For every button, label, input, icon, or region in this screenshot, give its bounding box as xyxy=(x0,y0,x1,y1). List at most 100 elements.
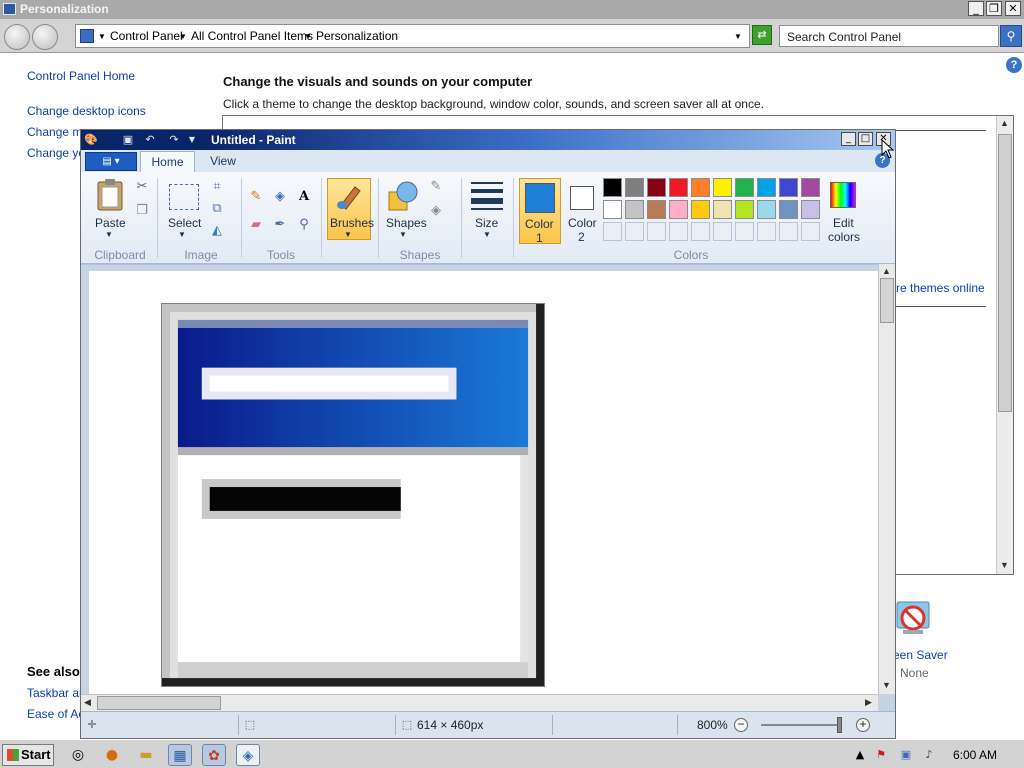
zoom-out-button[interactable]: − xyxy=(734,718,748,732)
outline-icon[interactable]: ✎ xyxy=(427,178,445,196)
palette-swatch[interactable] xyxy=(647,200,666,219)
palette-swatch[interactable] xyxy=(603,178,622,197)
save-icon[interactable]: ▣ xyxy=(121,133,135,146)
horizontal-scrollbar-thumb[interactable] xyxy=(97,696,221,710)
pencil-icon[interactable]: ✎ xyxy=(247,188,265,206)
brushes-button[interactable]: Brushes ▼ xyxy=(327,178,374,240)
vertical-scrollbar[interactable]: ▲ ▼ xyxy=(878,264,895,694)
paint-minimize-button[interactable]: _ xyxy=(841,132,856,146)
redo-icon[interactable]: ↷ xyxy=(167,133,181,146)
palette-empty-swatch[interactable] xyxy=(647,222,666,241)
scroll-right-icon[interactable]: ▶ xyxy=(865,697,872,708)
control-panel-home-link[interactable]: Control Panel Home xyxy=(27,69,135,83)
maximize-button[interactable]: ❐ xyxy=(986,1,1002,16)
palette-empty-swatch[interactable] xyxy=(691,222,710,241)
palette-swatch[interactable] xyxy=(757,178,776,197)
magnifier-icon[interactable]: ⚲ xyxy=(295,216,313,234)
eraser-icon[interactable]: ▰ xyxy=(247,216,265,234)
chevron-down-icon[interactable]: ▼ xyxy=(304,32,312,41)
palette-empty-swatch[interactable] xyxy=(779,222,798,241)
address-bar[interactable]: ▼ Control Panel ▼ All Control Panel Item… xyxy=(75,24,750,48)
color2-button[interactable]: Color 2 xyxy=(565,178,601,244)
crop-icon[interactable]: ⌗ xyxy=(208,178,226,196)
change-desktop-icons-link[interactable]: Change desktop icons xyxy=(27,104,146,118)
start-button[interactable]: Start xyxy=(2,744,54,766)
palette-swatch[interactable] xyxy=(801,200,820,219)
color-picker-icon[interactable]: ✒ xyxy=(271,216,289,234)
clipboard-icon[interactable] xyxy=(95,178,125,212)
chevron-down-icon[interactable]: ▼ xyxy=(179,32,187,41)
zoom-slider[interactable] xyxy=(761,724,841,726)
chevron-down-icon[interactable]: ▼ xyxy=(98,32,106,41)
palette-swatch[interactable] xyxy=(735,200,754,219)
edit-colors-icon[interactable] xyxy=(830,182,856,208)
firefox-icon[interactable]: ● xyxy=(100,744,124,766)
theme-list-scrollbar[interactable]: ▲ ▼ xyxy=(996,116,1013,574)
paint-taskbar-icon[interactable]: ◈ xyxy=(236,744,260,766)
palette-swatch[interactable] xyxy=(625,200,644,219)
screen-saver-icon[interactable] xyxy=(893,598,933,640)
show-hidden-icons-icon[interactable]: ▲ xyxy=(853,748,867,762)
copy-icon[interactable]: ❐ xyxy=(133,202,151,220)
palette-empty-swatch[interactable] xyxy=(735,222,754,241)
select-icon[interactable] xyxy=(169,184,199,210)
ease-of-access-link[interactable]: Ease of Ac xyxy=(27,707,84,721)
palette-swatch[interactable] xyxy=(647,178,666,197)
palette-empty-swatch[interactable] xyxy=(669,222,688,241)
file-explorer-icon[interactable]: ▬ xyxy=(134,744,158,766)
palette-swatch[interactable] xyxy=(669,200,688,219)
action-center-icon[interactable]: ⚑ xyxy=(874,748,888,762)
breadcrumb-personalization[interactable]: Personalization xyxy=(316,29,398,43)
palette-swatch[interactable] xyxy=(603,200,622,219)
canvas-image[interactable] xyxy=(161,303,545,687)
shape-fill-icon[interactable]: ◈ xyxy=(427,202,445,220)
palette-empty-swatch[interactable] xyxy=(757,222,776,241)
horizontal-scrollbar[interactable]: ◀ ▶ xyxy=(81,694,878,711)
text-icon[interactable]: A xyxy=(295,188,313,206)
minimize-button[interactable]: _ xyxy=(968,1,984,16)
scroll-down-icon[interactable]: ▼ xyxy=(1000,560,1009,570)
palette-swatch[interactable] xyxy=(779,178,798,197)
palette-empty-swatch[interactable] xyxy=(625,222,644,241)
chevron-down-icon[interactable]: ▼ xyxy=(399,230,407,239)
palette-swatch[interactable] xyxy=(801,178,820,197)
palette-swatch[interactable] xyxy=(691,200,710,219)
vertical-scrollbar-thumb[interactable] xyxy=(880,278,894,323)
fill-icon[interactable]: ◈ xyxy=(271,188,289,206)
palette-swatch[interactable] xyxy=(735,178,754,197)
help-icon[interactable]: ? xyxy=(1006,57,1022,73)
breadcrumb-all-items[interactable]: All Control Panel Items xyxy=(191,29,313,43)
shapes-button[interactable]: Shapes xyxy=(386,216,427,230)
back-button[interactable] xyxy=(4,24,30,50)
shapes-icon[interactable] xyxy=(387,180,421,212)
clock[interactable]: 6:00 AM xyxy=(953,748,997,762)
customize-qat-icon[interactable]: ▼ xyxy=(185,133,199,146)
scrollbar-thumb[interactable] xyxy=(998,134,1012,412)
edit-colors-button[interactable]: Edit xyxy=(833,216,854,230)
chevron-down-icon[interactable]: ▼ xyxy=(483,230,491,239)
address-dropdown-icon[interactable]: ▼ xyxy=(734,32,742,41)
palette-swatch[interactable] xyxy=(713,178,732,197)
scroll-left-icon[interactable]: ◀ xyxy=(84,697,91,708)
palette-swatch[interactable] xyxy=(625,178,644,197)
tools-taskbar-icon[interactable]: ✿ xyxy=(202,744,226,766)
chevron-down-icon[interactable]: ▼ xyxy=(178,230,186,239)
size-icon[interactable] xyxy=(471,182,503,212)
undo-icon[interactable]: ↶ xyxy=(143,133,157,146)
paint-maximize-button[interactable]: □ xyxy=(858,132,873,146)
palette-empty-swatch[interactable] xyxy=(713,222,732,241)
select-button[interactable]: Select xyxy=(168,216,201,230)
forward-button[interactable] xyxy=(32,24,58,50)
close-button[interactable]: ✕ xyxy=(1005,1,1021,16)
palette-empty-swatch[interactable] xyxy=(603,222,622,241)
rotate-icon[interactable]: ◭ xyxy=(208,222,226,240)
paste-button[interactable]: Paste xyxy=(95,216,126,230)
network-icon[interactable]: ▣ xyxy=(899,748,913,762)
palette-swatch[interactable] xyxy=(669,178,688,197)
screen-saver-label[interactable]: een Saver xyxy=(893,648,948,662)
palette-swatch[interactable] xyxy=(691,178,710,197)
edit-colors-button-line2[interactable]: colors xyxy=(828,230,860,244)
zoom-in-button[interactable]: + xyxy=(856,718,870,732)
get-more-themes-link[interactable]: re themes online xyxy=(896,281,985,295)
tab-view[interactable]: View xyxy=(198,151,248,172)
